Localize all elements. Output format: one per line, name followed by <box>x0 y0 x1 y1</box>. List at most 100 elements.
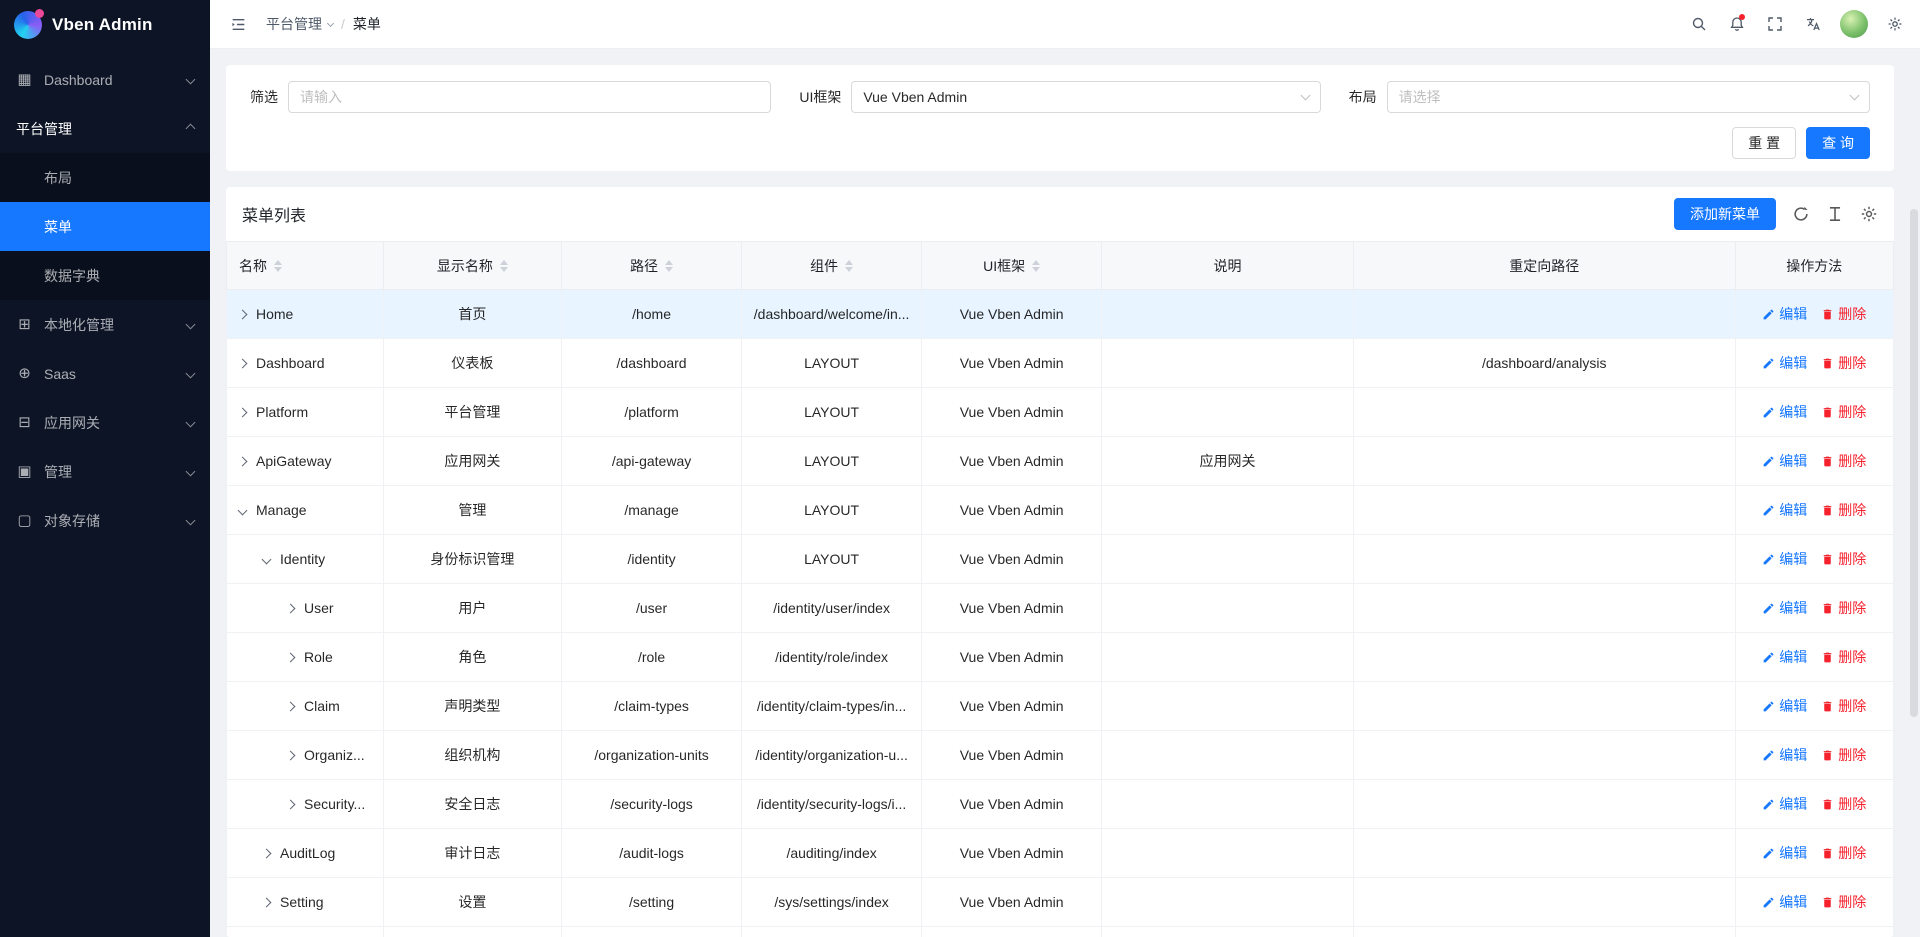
delete-button[interactable]: 删除 <box>1821 549 1866 569</box>
collapse-row-icon[interactable] <box>238 506 248 516</box>
table-row[interactable]: Identity身份标识管理/identityLAYOUTVue Vben Ad… <box>227 535 1894 584</box>
delete-button[interactable]: 删除 <box>1821 500 1866 520</box>
sidebar-subitem-layout[interactable]: 布局 <box>0 153 210 202</box>
sort-icon[interactable] <box>845 260 853 272</box>
edit-button[interactable]: 编辑 <box>1762 451 1807 471</box>
page-scrollbar[interactable] <box>1908 49 1920 937</box>
edit-button[interactable]: 编辑 <box>1762 304 1807 324</box>
expand-row-icon[interactable] <box>238 359 248 369</box>
cell-redirect <box>1353 878 1735 927</box>
fullscreen-icon[interactable] <box>1758 7 1792 41</box>
expand-row-icon[interactable] <box>238 310 248 320</box>
breadcrumb-current[interactable]: 菜单 <box>353 14 381 34</box>
table-row[interactable]: Role角色/role/identity/role/indexVue Vben … <box>227 633 1894 682</box>
filter-input[interactable] <box>288 81 771 113</box>
edit-button[interactable]: 编辑 <box>1762 402 1807 422</box>
scrollbar-thumb[interactable] <box>1910 209 1918 717</box>
delete-button[interactable]: 删除 <box>1821 451 1866 471</box>
delete-button[interactable]: 删除 <box>1821 794 1866 814</box>
sort-icon[interactable] <box>274 260 282 272</box>
sort-icon[interactable] <box>1032 260 1040 272</box>
edit-button[interactable]: 编辑 <box>1762 647 1807 667</box>
table-row[interactable]: Security...安全日志/security-logs/identity/s… <box>227 780 1894 829</box>
delete-button[interactable]: 删除 <box>1821 843 1866 863</box>
ui-framework-select[interactable]: Vue Vben Admin <box>851 81 1320 113</box>
delete-button[interactable]: 删除 <box>1821 353 1866 373</box>
edit-button[interactable]: 编辑 <box>1762 500 1807 520</box>
layout-select[interactable]: 请选择 <box>1387 81 1870 113</box>
expand-row-icon[interactable] <box>238 408 248 418</box>
table-row[interactable]: ApiGateway应用网关/api-gatewayLAYOUTVue Vben… <box>227 437 1894 486</box>
expand-row-icon[interactable] <box>262 898 272 908</box>
edit-label: 编辑 <box>1779 353 1807 373</box>
cell-component: LAYOUT <box>742 535 922 584</box>
table-row[interactable]: AuditLog审计日志/audit-logs/auditing/indexVu… <box>227 829 1894 878</box>
reset-button[interactable]: 重 置 <box>1732 127 1796 159</box>
menu-fold-icon[interactable] <box>222 8 254 40</box>
edit-button[interactable]: 编辑 <box>1762 843 1807 863</box>
sidebar-item-dashboard[interactable]: ▦Dashboard <box>0 55 210 104</box>
sidebar-item-localization[interactable]: ⊞本地化管理 <box>0 300 210 349</box>
delete-button[interactable]: 删除 <box>1821 647 1866 667</box>
refresh-icon[interactable] <box>1792 205 1810 223</box>
column-header-1[interactable]: 显示名称 <box>383 242 561 290</box>
table-row[interactable]: Organiz...组织机构/organization-units/identi… <box>227 731 1894 780</box>
column-header-4[interactable]: UI框架 <box>922 242 1102 290</box>
table-row[interactable]: Platform平台管理/platformLAYOUTVue Vben Admi… <box>227 388 1894 437</box>
edit-button[interactable]: 编辑 <box>1762 794 1807 814</box>
collapse-row-icon[interactable] <box>262 555 272 565</box>
edit-button[interactable]: 编辑 <box>1762 745 1807 765</box>
column-header-3[interactable]: 组件 <box>742 242 922 290</box>
delete-button[interactable]: 删除 <box>1821 304 1866 324</box>
edit-button[interactable]: 编辑 <box>1762 598 1807 618</box>
breadcrumb-root[interactable]: 平台管理 <box>266 14 333 34</box>
delete-button[interactable]: 删除 <box>1821 696 1866 716</box>
edit-button[interactable]: 编辑 <box>1762 892 1807 912</box>
filter-label-filter: 筛选 <box>250 87 278 107</box>
cell-operations: 编辑删除 <box>1735 388 1893 437</box>
sidebar-item-app-gateway[interactable]: ⊟应用网关 <box>0 398 210 447</box>
column-header-2[interactable]: 路径 <box>562 242 742 290</box>
row-height-icon[interactable] <box>1826 205 1844 223</box>
table-row[interactable]: Claim声明类型/claim-types/identity/claim-typ… <box>227 682 1894 731</box>
table-row[interactable]: Manage管理/manageLAYOUTVue Vben Admin编辑删除 <box>227 486 1894 535</box>
edit-button[interactable]: 编辑 <box>1762 696 1807 716</box>
sidebar-subitem-dictionary[interactable]: 数据字典 <box>0 251 210 300</box>
sidebar-item-object-storage[interactable]: ▢对象存储 <box>0 496 210 545</box>
search-icon[interactable] <box>1682 7 1716 41</box>
expand-row-icon[interactable] <box>286 653 296 663</box>
query-button[interactable]: 查 询 <box>1806 127 1870 159</box>
expand-row-icon[interactable] <box>238 457 248 467</box>
sidebar-item-platform[interactable]: 平台管理 <box>0 104 210 153</box>
expand-row-icon[interactable] <box>286 702 296 712</box>
delete-button[interactable]: 删除 <box>1821 745 1866 765</box>
app-logo[interactable]: Vben Admin <box>0 0 210 49</box>
translate-icon[interactable] <box>1796 7 1830 41</box>
expand-row-icon[interactable] <box>286 751 296 761</box>
sidebar-item-saas[interactable]: ⊕Saas <box>0 349 210 398</box>
table-row[interactable]: Dashboard仪表板/dashboardLAYOUTVue Vben Adm… <box>227 339 1894 388</box>
table-row[interactable]: Setting设置/setting/sys/settings/indexVue … <box>227 878 1894 927</box>
delete-button[interactable]: 删除 <box>1821 598 1866 618</box>
table-row[interactable]: Home首页/home/dashboard/welcome/in...Vue V… <box>227 290 1894 339</box>
user-avatar[interactable] <box>1840 10 1868 38</box>
add-menu-button[interactable]: 添加新菜单 <box>1674 198 1776 230</box>
expand-row-icon[interactable] <box>262 849 272 859</box>
delete-button[interactable]: 删除 <box>1821 892 1866 912</box>
column-setting-icon[interactable] <box>1860 205 1878 223</box>
column-header-0[interactable]: 名称 <box>227 242 384 290</box>
sidebar-item-manage[interactable]: ▣管理 <box>0 447 210 496</box>
cell-path: /dashboard <box>562 339 742 388</box>
notification-icon[interactable] <box>1720 7 1754 41</box>
edit-button[interactable]: 编辑 <box>1762 353 1807 373</box>
delete-label: 删除 <box>1838 892 1866 912</box>
table-row[interactable]: User用户/user/identity/user/indexVue Vben … <box>227 584 1894 633</box>
sort-icon[interactable] <box>500 260 508 272</box>
expand-row-icon[interactable] <box>286 800 296 810</box>
delete-button[interactable]: 删除 <box>1821 402 1866 422</box>
settings-icon[interactable] <box>1878 7 1912 41</box>
expand-row-icon[interactable] <box>286 604 296 614</box>
edit-button[interactable]: 编辑 <box>1762 549 1807 569</box>
sort-icon[interactable] <box>665 260 673 272</box>
sidebar-subitem-menu[interactable]: 菜单 <box>0 202 210 251</box>
